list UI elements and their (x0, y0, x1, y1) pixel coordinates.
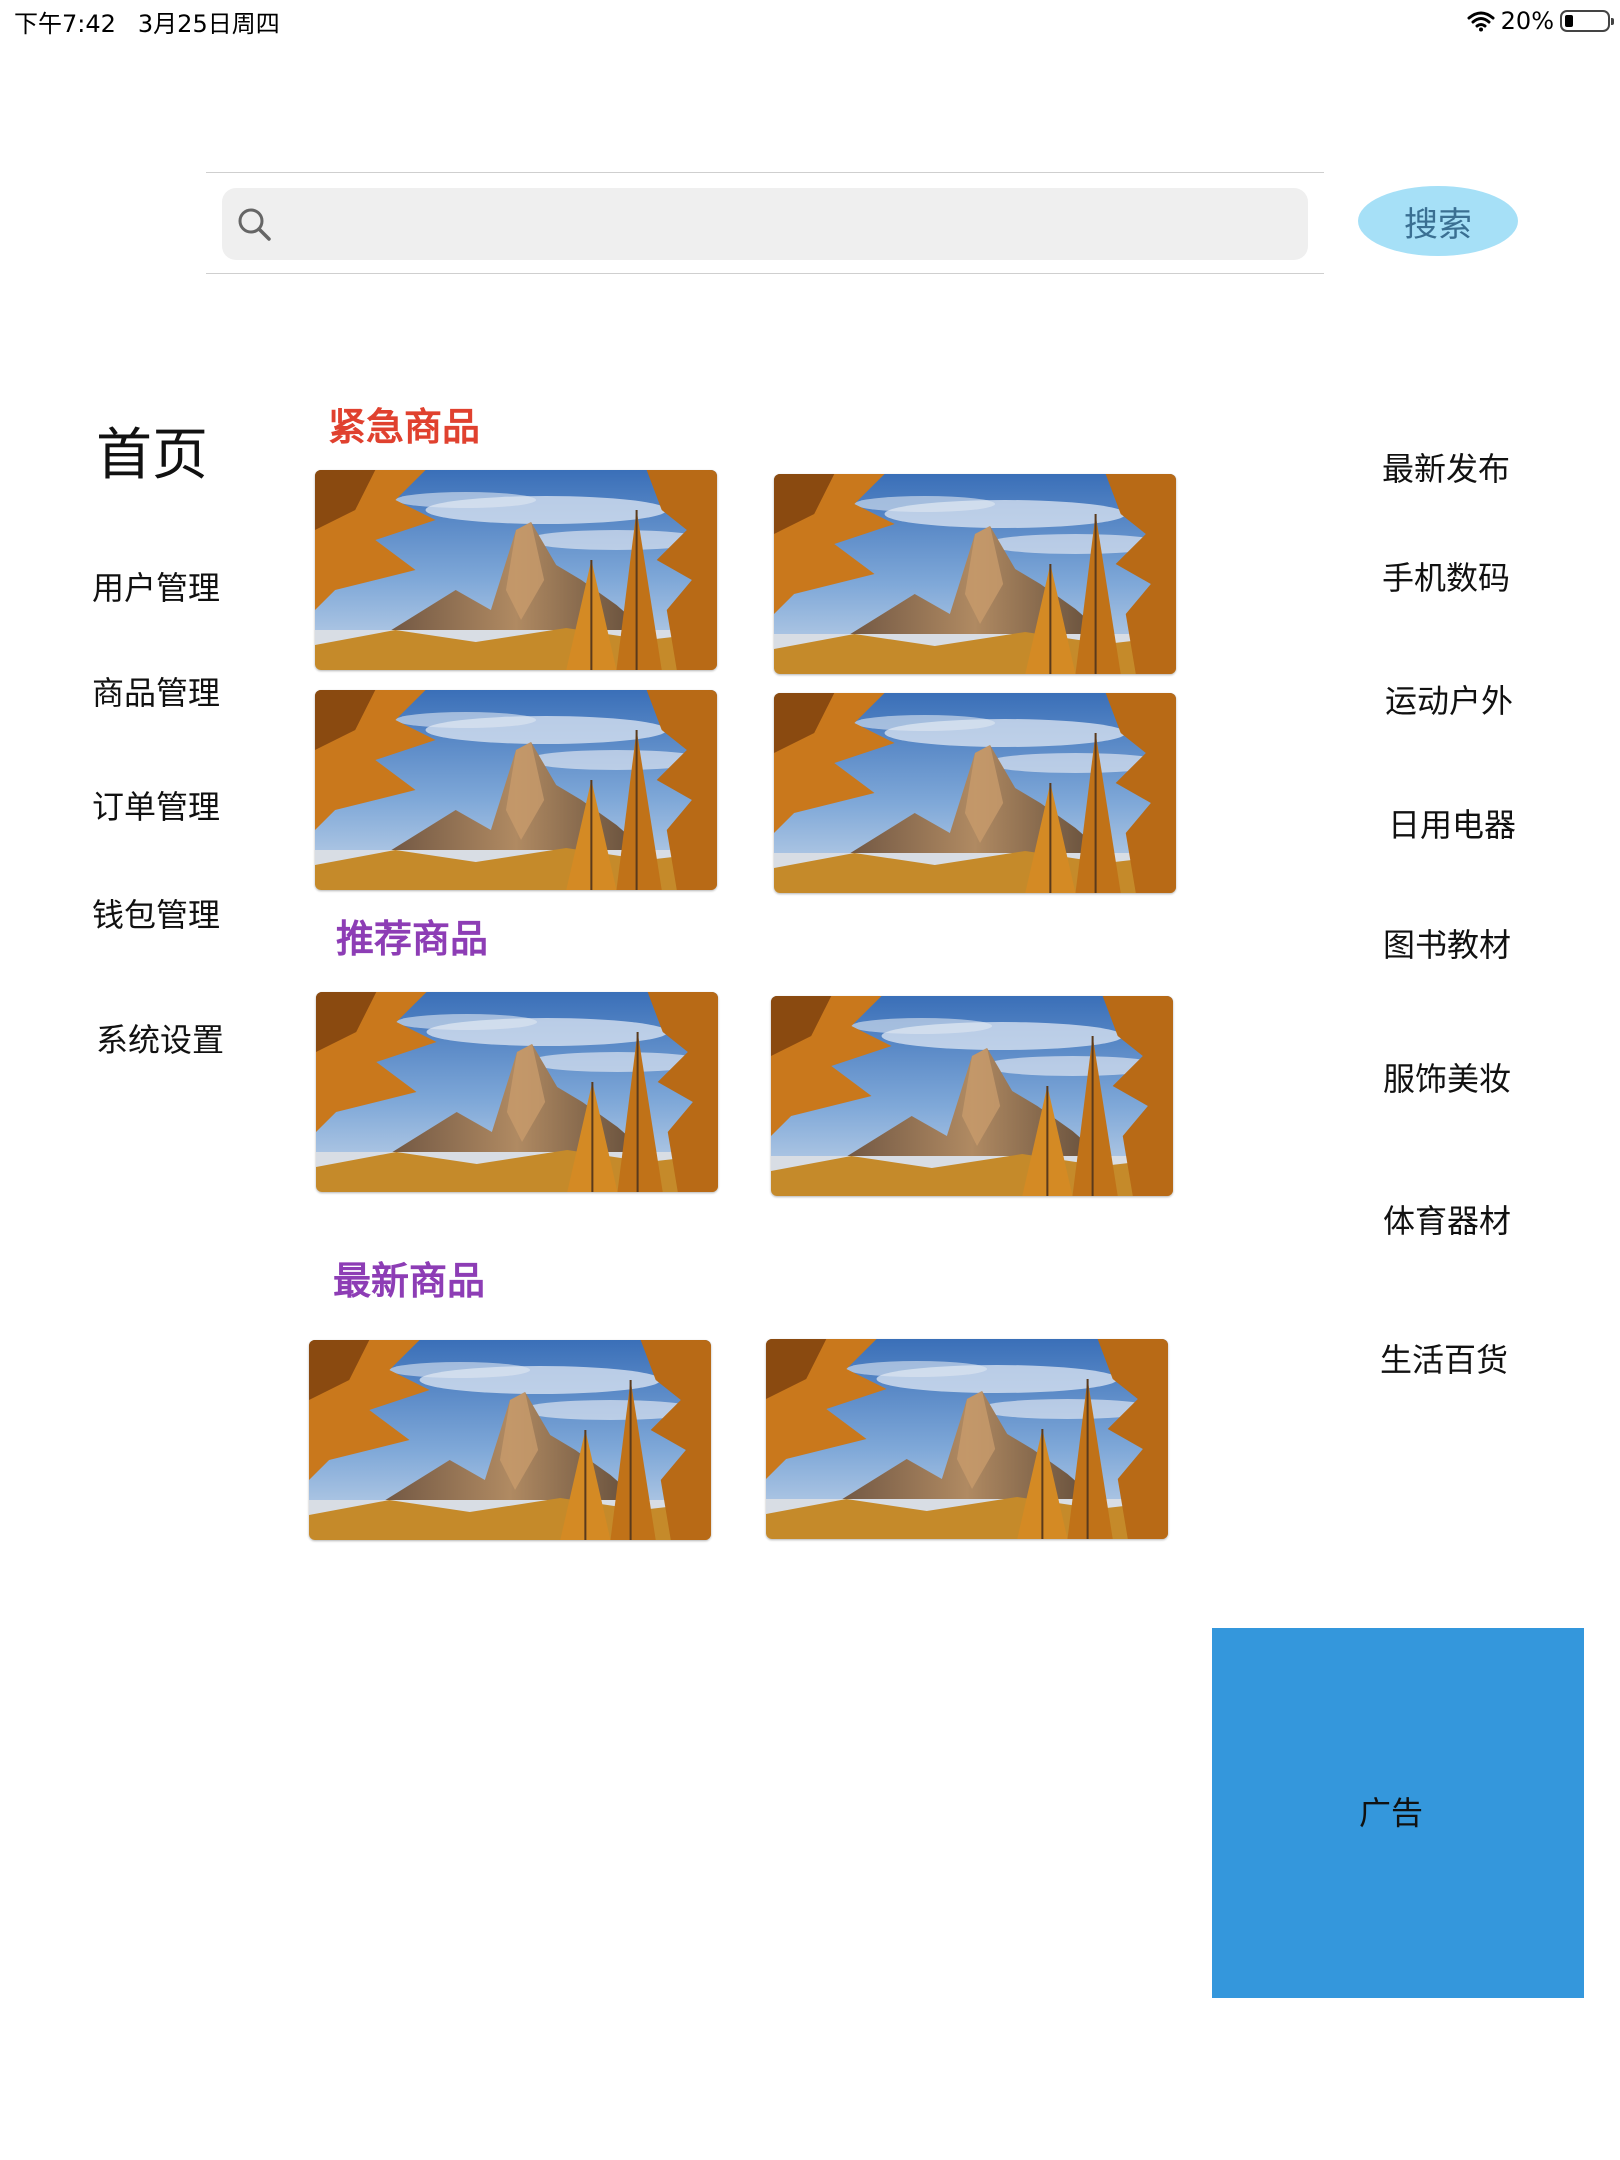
status-time: 下午7:42 (14, 10, 116, 38)
product-image[interactable] (766, 1339, 1168, 1539)
status-date: 3月25日周四 (137, 10, 280, 38)
category-latest-release[interactable]: 最新发布 (1382, 444, 1510, 490)
battery-percent: 20% (1500, 7, 1554, 35)
nav-home[interactable]: 首页 (96, 410, 208, 491)
category-sports-equipment[interactable]: 体育器材 (1383, 1196, 1511, 1242)
search-input[interactable] (222, 188, 1308, 260)
product-image[interactable] (315, 690, 717, 890)
search-bottom-divider (206, 273, 1324, 274)
nav-item-wallet-management[interactable]: 钱包管理 (92, 890, 220, 936)
ad-banner[interactable]: 广告 (1212, 1628, 1584, 1998)
category-sports-outdoor[interactable]: 运动户外 (1385, 676, 1513, 722)
product-image[interactable] (315, 470, 717, 670)
category-phones-digital[interactable]: 手机数码 (1382, 553, 1510, 599)
search-top-divider (206, 172, 1324, 173)
category-books-textbooks[interactable]: 图书教材 (1383, 920, 1511, 966)
status-bar-right: 20% (1467, 4, 1614, 38)
section-title-recommended: 推荐商品 (336, 917, 489, 961)
battery-icon (1560, 10, 1614, 32)
section-title-urgent: 紧急商品 (328, 405, 481, 449)
status-bar-left: 下午7:42 3月25日周四 (14, 4, 302, 39)
nav-item-user-management[interactable]: 用户管理 (92, 563, 220, 609)
search-button[interactable]: 搜索 (1358, 186, 1518, 256)
nav-item-order-management[interactable]: 订单管理 (92, 782, 220, 828)
category-daily-goods[interactable]: 生活百货 (1380, 1335, 1508, 1381)
nav-item-system-settings[interactable]: 系统设置 (96, 1015, 224, 1061)
section-title-latest: 最新商品 (333, 1259, 486, 1303)
product-image[interactable] (771, 996, 1173, 1196)
ad-label: 广告 (1358, 1794, 1423, 1832)
category-clothing-beauty[interactable]: 服饰美妆 (1383, 1054, 1511, 1100)
search-icon (238, 208, 271, 241)
category-home-appliances[interactable]: 日用电器 (1388, 800, 1516, 846)
wifi-icon (1467, 11, 1495, 32)
product-image[interactable] (316, 992, 718, 1192)
product-image[interactable] (774, 474, 1176, 674)
product-image[interactable] (774, 693, 1176, 893)
product-image[interactable] (309, 1340, 711, 1540)
nav-item-product-management[interactable]: 商品管理 (92, 668, 220, 714)
